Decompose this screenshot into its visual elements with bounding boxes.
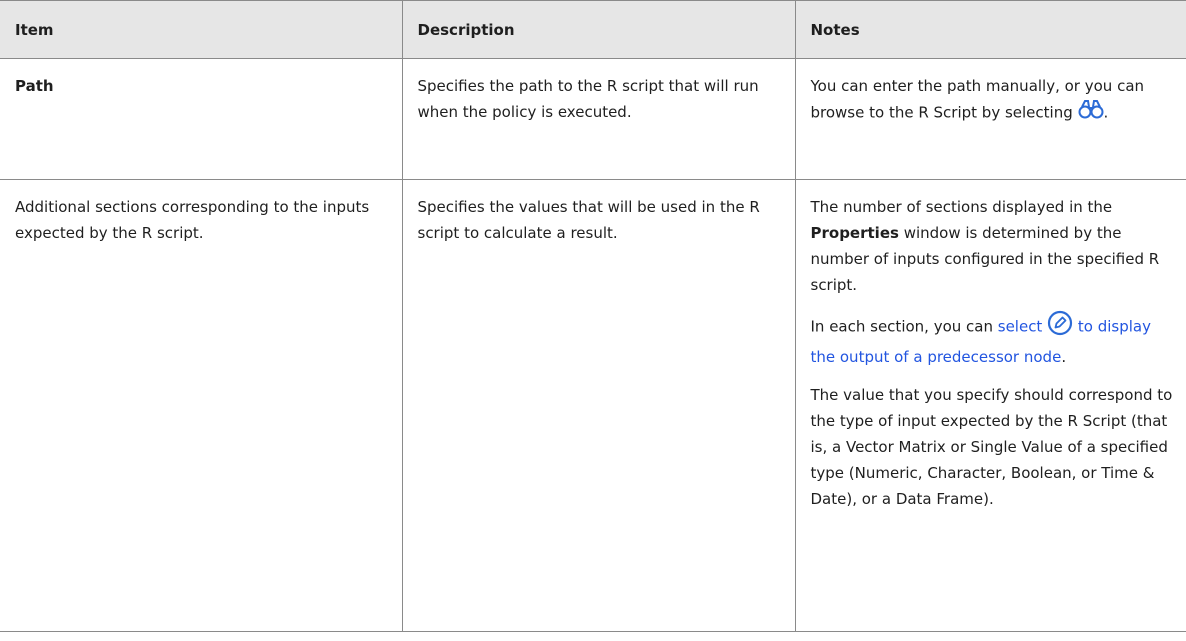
notes-suffix: .: [1103, 103, 1109, 122]
item-cell: Additional sections corresponding to the…: [0, 179, 403, 632]
description-cell: Specifies the values that will be used i…: [401, 179, 796, 632]
pencil-circle-icon[interactable]: [1047, 310, 1073, 344]
binoculars-icon[interactable]: [1078, 99, 1104, 127]
notes-paragraph: In each section, you can select to displ…: [811, 310, 1179, 370]
notes-cell: The number of sections displayed in the …: [794, 179, 1186, 632]
table-row: Additional sections corresponding to the…: [0, 179, 1186, 632]
header-notes: Notes: [794, 0, 1186, 59]
table-header-row: Item Description Notes: [0, 0, 1186, 59]
notes-text: In each section, you can: [810, 317, 998, 336]
header-description: Description: [401, 0, 796, 59]
properties-table: Item Description Notes Path Specifies th…: [0, 0, 1186, 632]
description-cell: Specifies the path to the R script that …: [401, 58, 796, 180]
select-link[interactable]: select: [998, 318, 1043, 336]
header-item: Item: [0, 0, 403, 59]
notes-paragraph: The value that you specify should corres…: [810, 386, 1173, 508]
notes-paragraph: The number of sections displayed in the …: [811, 194, 1179, 298]
item-cell: Path: [0, 58, 403, 180]
properties-term: Properties: [810, 224, 899, 242]
item-label: Path: [15, 77, 54, 95]
notes-cell: You can enter the path manually, or you …: [794, 58, 1186, 180]
table-row: Path Specifies the path to the R script …: [0, 58, 1186, 180]
notes-text: .: [1061, 348, 1067, 366]
notes-text: The number of sections displayed in the: [810, 198, 1113, 216]
